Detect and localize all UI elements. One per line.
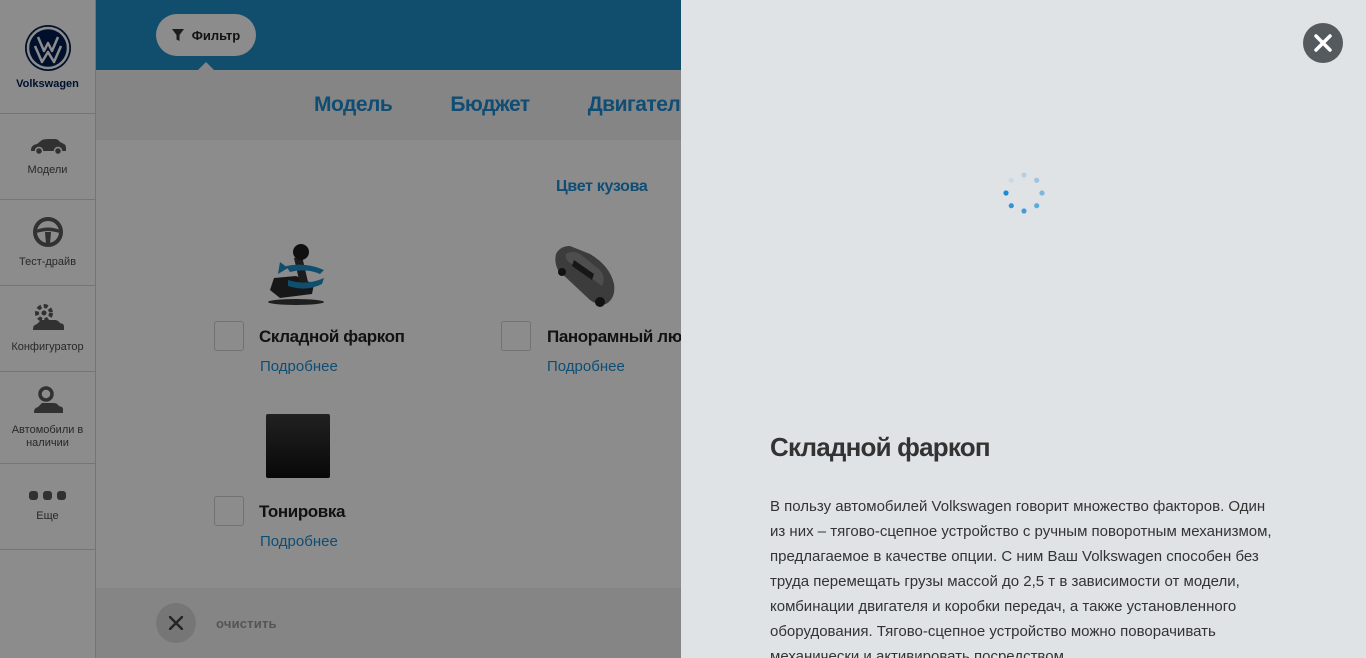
panel-title: Складной фаркоп [770,432,991,462]
close-icon [1314,34,1332,52]
details-panel: Складной фаркоп В пользу автомобилей Vol… [681,0,1366,658]
modal-backdrop[interactable] [0,0,681,658]
loading-spinner-icon [1003,172,1045,214]
panel-description: В пользу автомобилей Volkswagen говорит … [770,498,1272,658]
close-panel-button[interactable] [1303,23,1343,63]
